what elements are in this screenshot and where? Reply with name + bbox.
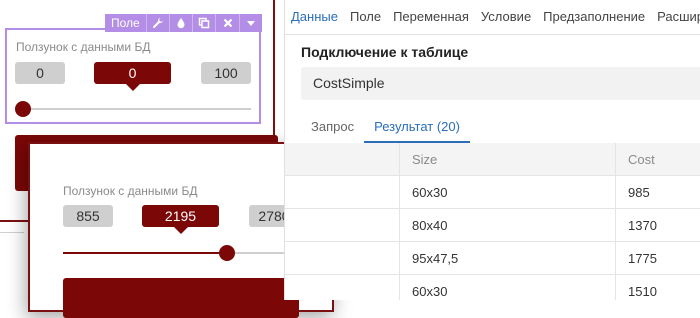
table-connection-select[interactable]: CostSimple <box>301 67 700 100</box>
preview-slider-title: Ползунок с данными БД <box>63 184 197 198</box>
preview-slider-track[interactable] <box>63 252 299 254</box>
table-cell <box>285 275 400 301</box>
table-connection-label: Подключение к таблице <box>301 44 468 60</box>
tab-advanced[interactable]: Расширенные <box>651 0 700 34</box>
tab-query[interactable]: Запрос <box>301 113 364 143</box>
widget-toolbar: Поле <box>105 14 262 32</box>
tab-condition[interactable]: Условие <box>475 0 537 34</box>
drop-icon[interactable] <box>169 14 192 32</box>
table-row[interactable]: 60x30 985 <box>285 176 700 209</box>
wrench-icon[interactable] <box>146 14 169 32</box>
preview-min-value: 855 <box>63 205 113 227</box>
tab-variable[interactable]: Переменная <box>387 0 475 34</box>
table-cell-cost: 985 <box>616 176 700 209</box>
slider-thumb[interactable] <box>15 101 31 117</box>
table-row[interactable]: 80x40 1370 <box>285 209 700 242</box>
table-row[interactable]: 95x47,5 1775 <box>285 242 700 275</box>
tab-data[interactable]: Данные <box>285 0 344 34</box>
table-cell <box>285 209 400 242</box>
tab-prefill[interactable]: Предзаполнение <box>537 0 651 34</box>
column-header-cost: Cost <box>616 143 700 176</box>
table-header-row: Size Cost <box>285 143 700 176</box>
result-sub-tabs: Запрос Результат (20) <box>301 113 470 143</box>
copy-icon[interactable] <box>192 14 215 32</box>
table-cell-cost: 1775 <box>616 242 700 275</box>
table-cell <box>285 242 400 275</box>
slider-min-value: 0 <box>15 62 65 84</box>
slider-track[interactable] <box>23 108 251 110</box>
selected-slider-widget[interactable]: Ползунок с данными БД 0 0 100 <box>5 28 261 124</box>
column-header <box>285 143 400 176</box>
dropdown-icon[interactable] <box>239 14 262 32</box>
table-cell-size: 60x30 <box>400 176 616 209</box>
slider-current-value: 0 <box>94 62 171 84</box>
tab-field[interactable]: Поле <box>344 0 387 34</box>
preview-current-value: 2195 <box>142 205 219 227</box>
preview-slider-thumb[interactable] <box>219 245 235 261</box>
table-cell <box>285 176 400 209</box>
table-cell-size: 60x30 <box>400 275 616 301</box>
column-header-size: Size <box>400 143 616 176</box>
close-icon[interactable] <box>215 14 238 32</box>
slider-title: Ползунок с данными БД <box>16 40 150 54</box>
table-row[interactable]: 60x30 1510 <box>285 275 700 301</box>
tab-result[interactable]: Результат (20) <box>364 113 470 143</box>
widget-type-label: Поле <box>105 14 146 32</box>
result-table: Size Cost 60x30 985 80x40 1370 95x47,5 1… <box>285 143 700 300</box>
panel-tabs: Данные Поле Переменная Условие Предзапол… <box>285 0 700 35</box>
table-cell-cost: 1510 <box>616 275 700 301</box>
preview-slider-fill <box>63 252 227 254</box>
preview-submit-button[interactable] <box>63 278 299 318</box>
properties-panel: Данные Поле Переменная Условие Предзапол… <box>284 0 700 300</box>
table-cell-size: 95x47,5 <box>400 242 616 275</box>
table-cell-size: 80x40 <box>400 209 616 242</box>
slider-max-value: 100 <box>201 62 251 84</box>
table-cell-cost: 1370 <box>616 209 700 242</box>
divider <box>0 232 24 233</box>
